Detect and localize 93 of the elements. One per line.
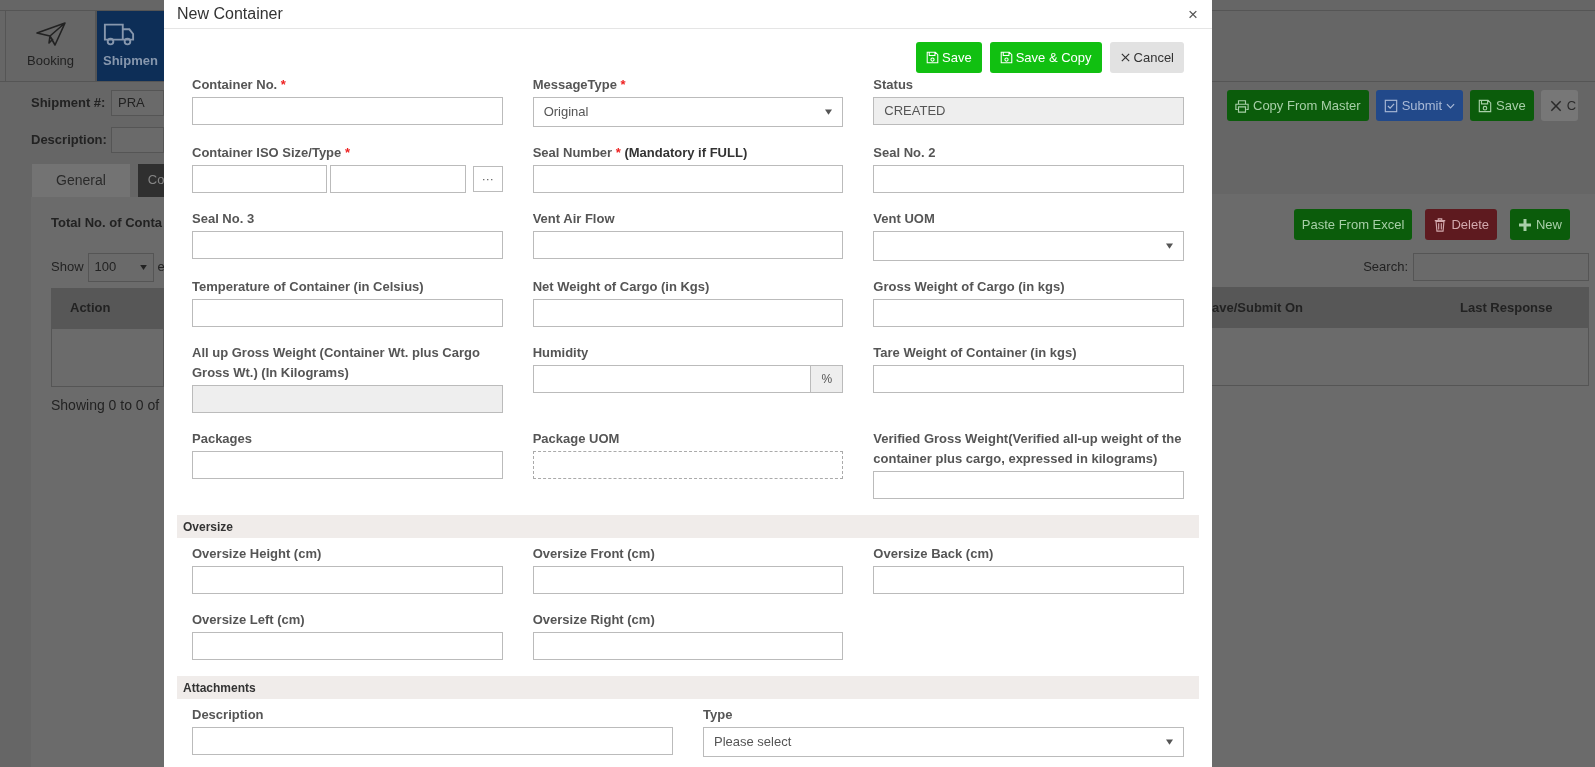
field-label: Package UOM (532, 430, 621, 448)
field-label: Tare Weight of Container (in kgs) (873, 344, 1078, 362)
tab[interactable]: General (32, 164, 130, 197)
button[interactable]: Save (1470, 90, 1534, 121)
cancel-button[interactable]: Cancel (1109, 42, 1184, 73)
field-label: Type (703, 706, 734, 724)
field-label: Oversize Back (cm) (873, 545, 995, 563)
select-field[interactable]: Original (532, 97, 844, 127)
table-footer-text: Showing 0 to 0 of (51, 395, 161, 415)
text-field[interactable] (192, 165, 328, 193)
text-field[interactable] (192, 566, 503, 594)
text-field[interactable] (192, 632, 503, 660)
field-label: Oversize Height (cm) (192, 545, 323, 563)
page-size-select[interactable]: 100 (87, 252, 154, 282)
close-icon (1548, 98, 1563, 113)
tab[interactable]: Co (137, 164, 164, 197)
floppy-disk-icon (926, 51, 939, 64)
truck-icon (103, 21, 135, 48)
printer-icon (1235, 98, 1249, 113)
text-field[interactable]: PRA (111, 90, 164, 116)
lookup-button[interactable]: ··· (472, 166, 503, 192)
field-label: Gross Weight of Cargo (in kgs) (873, 278, 1066, 296)
field-label: Status (873, 76, 915, 94)
button[interactable]: New (1510, 209, 1570, 240)
field-label: Temperature of Container (in Celsius) (192, 278, 425, 296)
close-icon (1119, 52, 1131, 63)
checkbox-icon (1383, 98, 1398, 113)
caret-icon (1166, 243, 1173, 249)
close-button[interactable]: × (1188, 5, 1198, 23)
field-label: Oversize Left (cm) (192, 611, 306, 629)
button[interactable]: Submit (1375, 90, 1464, 121)
panel-title: Total No. of Conta (51, 214, 163, 232)
field-label: Verified Gross Weight(Verified all-up weight of the container plus cargo, expressed in kilograms) (873, 430, 1183, 468)
save-button[interactable]: Save (916, 42, 982, 73)
text-field[interactable] (330, 165, 466, 193)
text-field[interactable] (532, 365, 812, 393)
field-label: Shipment #: (31, 94, 105, 113)
text-field[interactable] (532, 299, 844, 327)
text-field[interactable] (873, 365, 1184, 393)
caret-icon (139, 264, 147, 270)
field-label: Oversize Front (cm) (532, 545, 656, 563)
button[interactable]: Copy From Master (1227, 90, 1369, 121)
text-field[interactable] (873, 471, 1184, 499)
floppy-disk-icon (1478, 98, 1493, 113)
field-label: All up Gross Weight (Container Wt. plus Cargo Gross Wt.) (In Kilograms) (192, 344, 481, 382)
modal-title: New Container (177, 4, 283, 24)
field-label: Oversize Right (cm) (532, 611, 656, 629)
text-field[interactable] (111, 127, 164, 153)
field-label: Container ISO Size/Type * (192, 144, 351, 162)
paper-plane-icon (34, 21, 67, 48)
section-header: Attachments (177, 676, 1199, 699)
text-field[interactable] (873, 566, 1184, 594)
text-field[interactable] (532, 632, 844, 660)
text-field[interactable] (532, 566, 844, 594)
button[interactable]: Paste From Excel (1293, 209, 1413, 240)
field-label: Net Weight of Cargo (in Kgs) (532, 278, 711, 296)
field-label: MessageType * (532, 76, 627, 94)
text-field[interactable] (873, 165, 1184, 193)
floppy-disk-icon (999, 51, 1013, 64)
entries-label: e (157, 258, 164, 277)
text-field[interactable] (532, 451, 844, 479)
select-field[interactable] (873, 231, 1184, 261)
select-field[interactable]: Please select (703, 727, 1184, 757)
field-label: Seal No. 2 (873, 144, 937, 162)
field-label: Seal No. 3 (192, 210, 256, 228)
search-label: Search: (1363, 258, 1408, 277)
field-label: Container No. * (192, 76, 287, 94)
trash-icon (1433, 217, 1448, 232)
section-header: Oversize (177, 515, 1199, 538)
show-label: Show (51, 258, 84, 277)
save-button[interactable]: Save & Copy (989, 42, 1102, 73)
field-label: Vent UOM (873, 210, 936, 228)
button[interactable]: Delete (1425, 209, 1497, 240)
caret-icon (1166, 739, 1173, 745)
field-label: Packages (192, 430, 253, 448)
text-field[interactable] (532, 231, 844, 259)
caret-icon (825, 109, 833, 115)
field-label: Humidity (532, 344, 590, 362)
text-field[interactable] (192, 727, 673, 755)
text-field[interactable] (873, 299, 1184, 327)
button[interactable]: C (1540, 90, 1579, 121)
field-label: Vent Air Flow (532, 210, 616, 228)
plus-icon (1518, 217, 1532, 232)
text-field[interactable] (192, 451, 503, 479)
percent-addon: % (811, 365, 844, 393)
text-field[interactable] (532, 165, 844, 193)
field-label: Description (192, 706, 265, 724)
field-label: Seal Number * (Mandatory if FULL) (532, 144, 749, 162)
text-field[interactable] (192, 299, 503, 327)
field-label: Description: (31, 131, 105, 150)
text-field[interactable] (192, 231, 503, 259)
nav-tile[interactable]: Shipmen (96, 11, 164, 81)
text-field[interactable] (192, 97, 503, 125)
